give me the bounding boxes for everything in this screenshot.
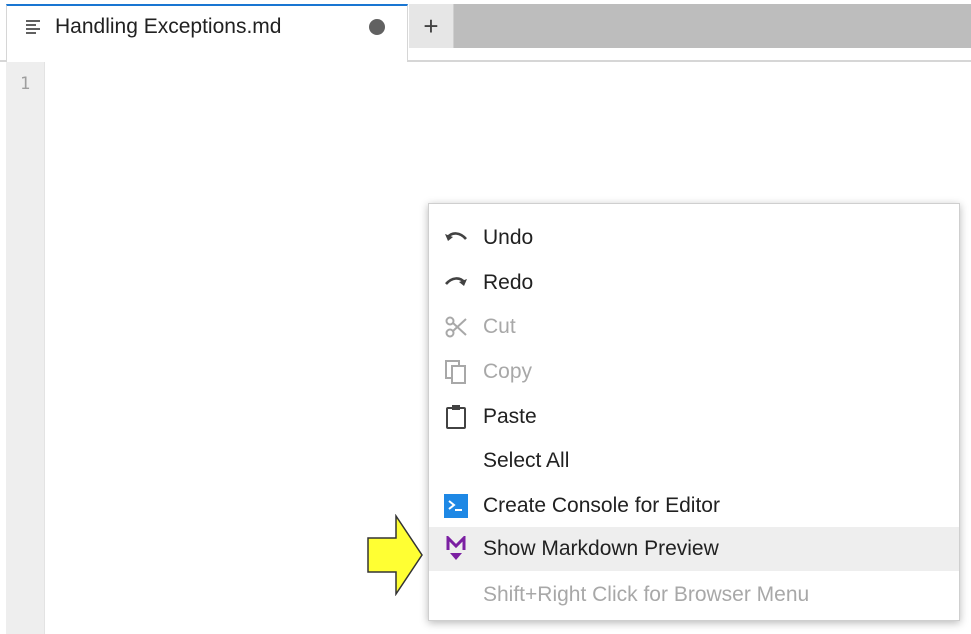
tab-label: Handling Exceptions.md xyxy=(55,15,282,38)
menu-item-show-markdown-preview[interactable]: Show Markdown Preview xyxy=(429,527,959,571)
yellow-arrow-icon xyxy=(367,514,423,596)
markdown-file-icon xyxy=(25,18,43,36)
menu-item-browser-menu-hint: Shift+Right Click for Browser Menu xyxy=(483,583,810,606)
redo-icon xyxy=(443,271,469,295)
console-icon xyxy=(443,494,469,518)
markdown-preview-icon xyxy=(443,536,469,561)
menu-item-redo[interactable]: Redo xyxy=(429,261,959,305)
unsaved-dot-icon[interactable] xyxy=(369,19,385,35)
context-menu: Undo Redo Cut Copy Paste Select All Crea… xyxy=(428,203,960,621)
menu-item-cut[interactable]: Cut xyxy=(429,305,959,349)
paste-icon xyxy=(443,405,469,429)
tab-handling-exceptions[interactable]: Handling Exceptions.md xyxy=(6,4,408,62)
line-number: 1 xyxy=(20,74,31,94)
plus-icon: + xyxy=(423,11,439,41)
tab-bar-background xyxy=(454,4,971,48)
menu-item-copy[interactable]: Copy xyxy=(429,350,959,394)
menu-item-undo[interactable]: Undo xyxy=(429,216,959,260)
menu-item-paste[interactable]: Paste xyxy=(429,395,959,439)
undo-icon xyxy=(443,226,469,250)
menu-item-create-console[interactable]: Create Console for Editor xyxy=(429,484,959,528)
add-tab-button[interactable]: + xyxy=(409,4,454,48)
menu-item-select-all[interactable]: Select All xyxy=(429,439,959,483)
line-gutter xyxy=(6,62,45,634)
cut-icon xyxy=(443,315,469,339)
tab-bar: Handling Exceptions.md + xyxy=(0,0,971,62)
copy-icon xyxy=(443,360,469,384)
